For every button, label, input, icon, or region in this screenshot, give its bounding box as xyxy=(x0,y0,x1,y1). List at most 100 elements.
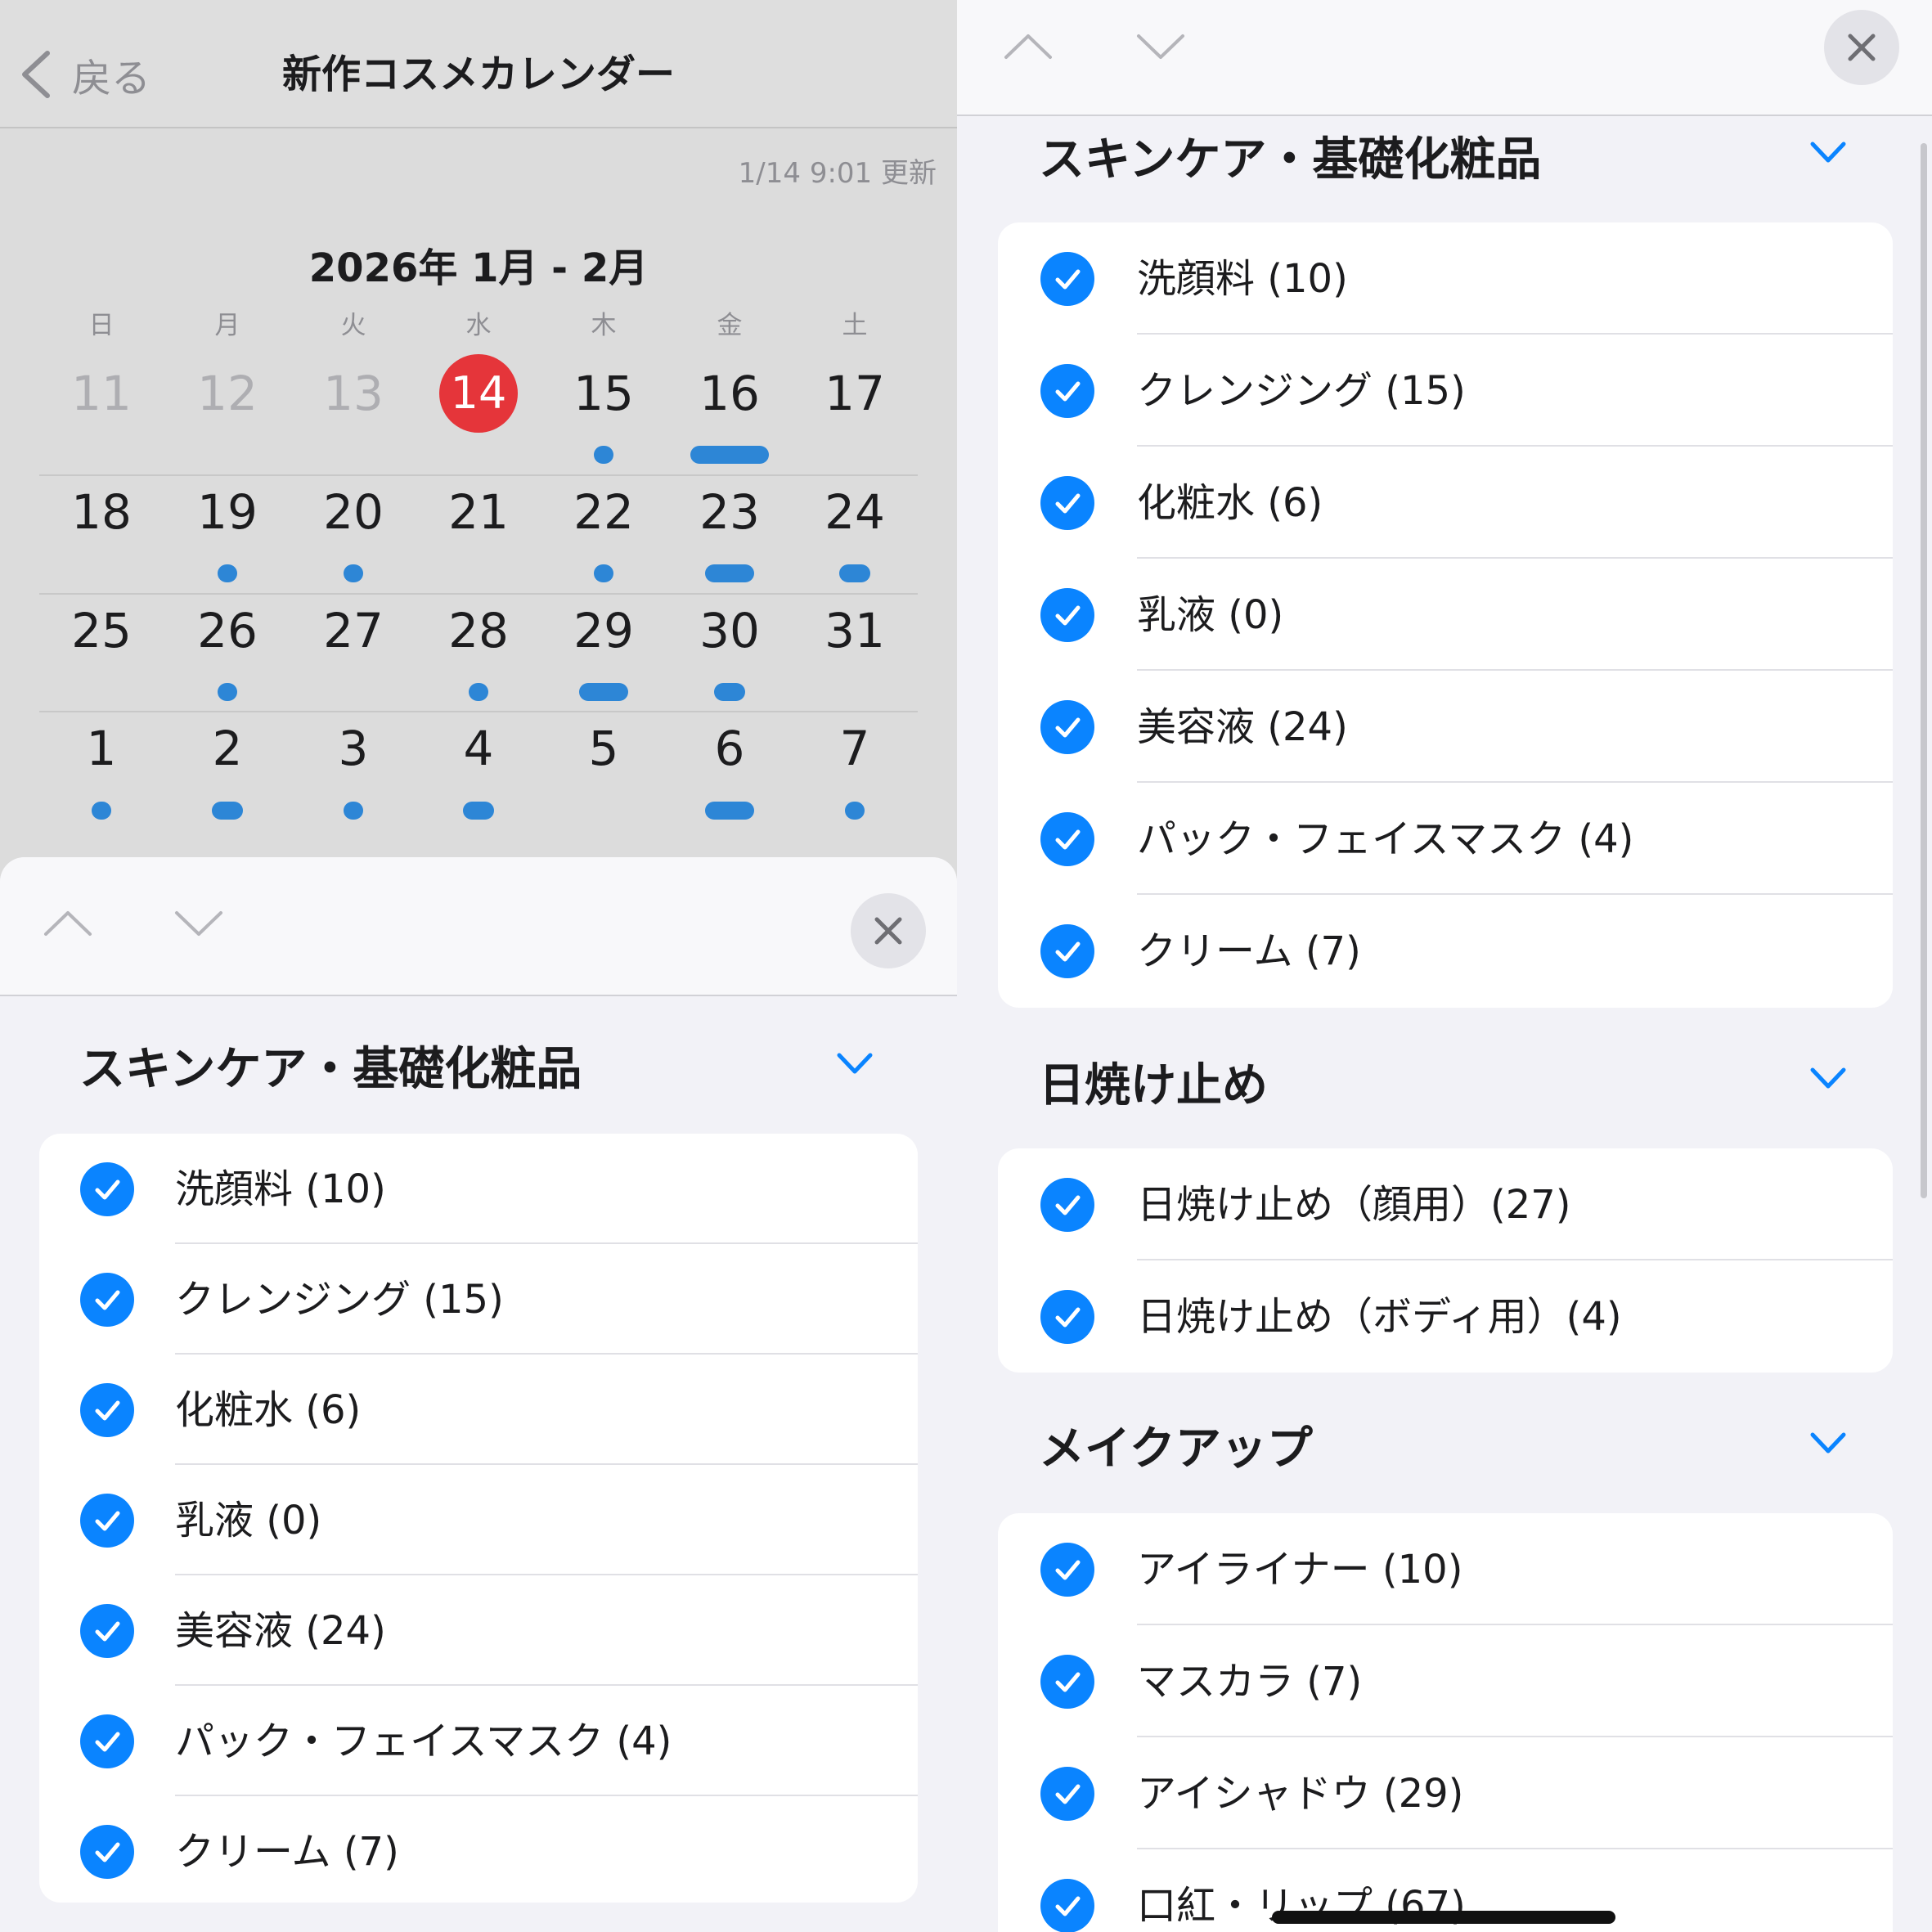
filter-item[interactable]: クリーム (7) xyxy=(998,895,1893,1007)
calendar-day[interactable]: 30 xyxy=(681,602,779,659)
chevron-down-icon[interactable] xyxy=(1809,141,1847,164)
filter-item[interactable]: パック・フェイスマスク (4) xyxy=(39,1686,918,1796)
calendar-day[interactable]: 6 xyxy=(681,720,779,777)
filter-item-label: パック・フェイスマスク (4) xyxy=(1137,815,1634,862)
filter-item[interactable]: 乳液 (0) xyxy=(998,559,1893,671)
calendar-day[interactable]: 13 xyxy=(304,365,402,422)
filter-item[interactable]: クレンジング (15) xyxy=(998,335,1893,447)
week-divider xyxy=(39,474,918,476)
calendar-day[interactable]: 15 xyxy=(555,365,653,422)
calendar-day[interactable]: 29 xyxy=(555,602,653,659)
today-date: 14 xyxy=(450,367,507,419)
checkmark-icon[interactable] xyxy=(1040,251,1094,306)
filter-item[interactable]: 化粧水 (6) xyxy=(39,1355,918,1465)
chevron-down-icon[interactable] xyxy=(836,1052,874,1075)
calendar-day[interactable]: 22 xyxy=(555,483,653,541)
filter-item[interactable]: 美容液 (24) xyxy=(39,1575,918,1686)
checkmark-icon[interactable] xyxy=(1040,1766,1094,1821)
skincare-filter-list: 洗顔料 (10) クレンジング (15) 化粧水 (6) 乳液 (0) 美容液 (24)… xyxy=(39,1134,918,1903)
calendar-day[interactable]: 23 xyxy=(681,483,779,541)
filter-item-label: マスカラ (7) xyxy=(1137,1658,1363,1705)
checkmark-icon[interactable] xyxy=(1040,1654,1094,1709)
calendar-day[interactable]: 3 xyxy=(304,720,402,777)
weekday-label: 木 xyxy=(591,311,617,340)
calendar-day[interactable]: 27 xyxy=(304,602,402,659)
chevron-up-icon[interactable] xyxy=(1003,31,1054,61)
filter-item[interactable]: 洗顔料 (10) xyxy=(998,222,1893,335)
checkmark-icon[interactable] xyxy=(1040,811,1094,866)
last-updated-text: 1/14 9:01 更新 xyxy=(738,157,937,190)
calendar-day[interactable]: 4 xyxy=(429,720,528,777)
checkmark-icon[interactable] xyxy=(80,1382,134,1437)
checkmark-icon[interactable] xyxy=(80,1714,134,1768)
checkmark-icon[interactable] xyxy=(80,1824,134,1879)
calendar-day[interactable]: 2 xyxy=(178,720,276,777)
chevron-up-icon[interactable] xyxy=(43,908,93,937)
calendar-day[interactable]: 12 xyxy=(178,365,276,422)
filter-item[interactable]: 洗顔料 (10) xyxy=(39,1134,918,1244)
calendar-day[interactable]: 24 xyxy=(806,483,904,541)
day-number: 20 xyxy=(323,484,384,540)
filter-item[interactable]: アイライナー (10) xyxy=(998,1513,1893,1625)
checkmark-icon[interactable] xyxy=(1040,1878,1094,1932)
calendar-day[interactable]: 7 xyxy=(806,720,904,777)
day-number: 15 xyxy=(573,366,634,421)
checkmark-icon[interactable] xyxy=(1040,363,1094,418)
chevron-down-icon[interactable] xyxy=(1135,33,1186,62)
checkmark-icon[interactable] xyxy=(1040,923,1094,978)
checkmark-icon[interactable] xyxy=(1040,1177,1094,1232)
close-icon xyxy=(1848,34,1876,61)
checkmark-icon[interactable] xyxy=(1040,1542,1094,1597)
filter-item[interactable]: アイシャドウ (29) xyxy=(998,1737,1893,1849)
filter-item[interactable]: パック・フェイスマスク (4) xyxy=(998,783,1893,895)
calendar-day[interactable]: 26 xyxy=(178,602,276,659)
filter-item[interactable]: クレンジング (15) xyxy=(39,1244,918,1355)
filter-item[interactable]: マスカラ (7) xyxy=(998,1625,1893,1737)
filter-item-label: クレンジング (15) xyxy=(1137,367,1466,414)
filter-item[interactable]: 日焼け止め（顔用）(27) xyxy=(998,1148,1893,1260)
close-button[interactable] xyxy=(851,893,926,968)
filter-item[interactable]: クリーム (7) xyxy=(39,1796,918,1903)
calendar-day[interactable]: 5 xyxy=(555,720,653,777)
weekday-label: 土 xyxy=(842,311,868,340)
calendar-day[interactable]: 19 xyxy=(178,483,276,541)
calendar-day[interactable]: 20 xyxy=(304,483,402,541)
day-number: 21 xyxy=(448,484,509,540)
calendar-day[interactable]: 18 xyxy=(52,483,151,541)
filter-item-label: 化粧水 (6) xyxy=(175,1386,362,1433)
checkmark-icon[interactable] xyxy=(80,1603,134,1658)
checkmark-icon[interactable] xyxy=(1040,587,1094,642)
filter-item[interactable]: 美容液 (24) xyxy=(998,671,1893,783)
day-number: 19 xyxy=(197,484,258,540)
calendar-day[interactable]: 25 xyxy=(52,602,151,659)
calendar-day[interactable]: 31 xyxy=(806,602,904,659)
day-number: 31 xyxy=(824,603,885,658)
chevron-down-icon[interactable] xyxy=(1809,1067,1847,1090)
close-button[interactable] xyxy=(1824,10,1899,85)
calendar-day[interactable]: 16 xyxy=(681,365,779,422)
chevron-down-icon[interactable] xyxy=(1809,1431,1847,1454)
checkmark-icon[interactable] xyxy=(80,1161,134,1216)
event-marker xyxy=(705,564,754,582)
calendar-day[interactable]: 14 xyxy=(429,354,528,433)
calendar-day[interactable]: 28 xyxy=(429,602,528,659)
filter-item[interactable]: 乳液 (0) xyxy=(39,1465,918,1575)
calendar-day[interactable]: 17 xyxy=(806,365,904,422)
checkmark-icon[interactable] xyxy=(80,1272,134,1327)
filter-item-label: 洗顔料 (10) xyxy=(175,1166,386,1212)
day-number: 30 xyxy=(699,603,760,658)
chevron-down-icon[interactable] xyxy=(173,910,224,939)
sheet-toolbar xyxy=(957,0,1932,116)
day-number: 2 xyxy=(212,721,243,776)
scrollbar[interactable] xyxy=(1921,143,1927,1198)
day-number: 17 xyxy=(824,366,885,421)
calendar-day[interactable]: 1 xyxy=(52,720,151,777)
filter-item[interactable]: 化粧水 (6) xyxy=(998,447,1893,559)
calendar-day[interactable]: 11 xyxy=(52,365,151,422)
checkmark-icon[interactable] xyxy=(1040,475,1094,530)
checkmark-icon[interactable] xyxy=(1040,699,1094,754)
filter-item[interactable]: 日焼け止め（ボディ用）(4) xyxy=(998,1260,1893,1373)
calendar-day[interactable]: 21 xyxy=(429,483,528,541)
checkmark-icon[interactable] xyxy=(80,1493,134,1548)
checkmark-icon[interactable] xyxy=(1040,1289,1094,1344)
